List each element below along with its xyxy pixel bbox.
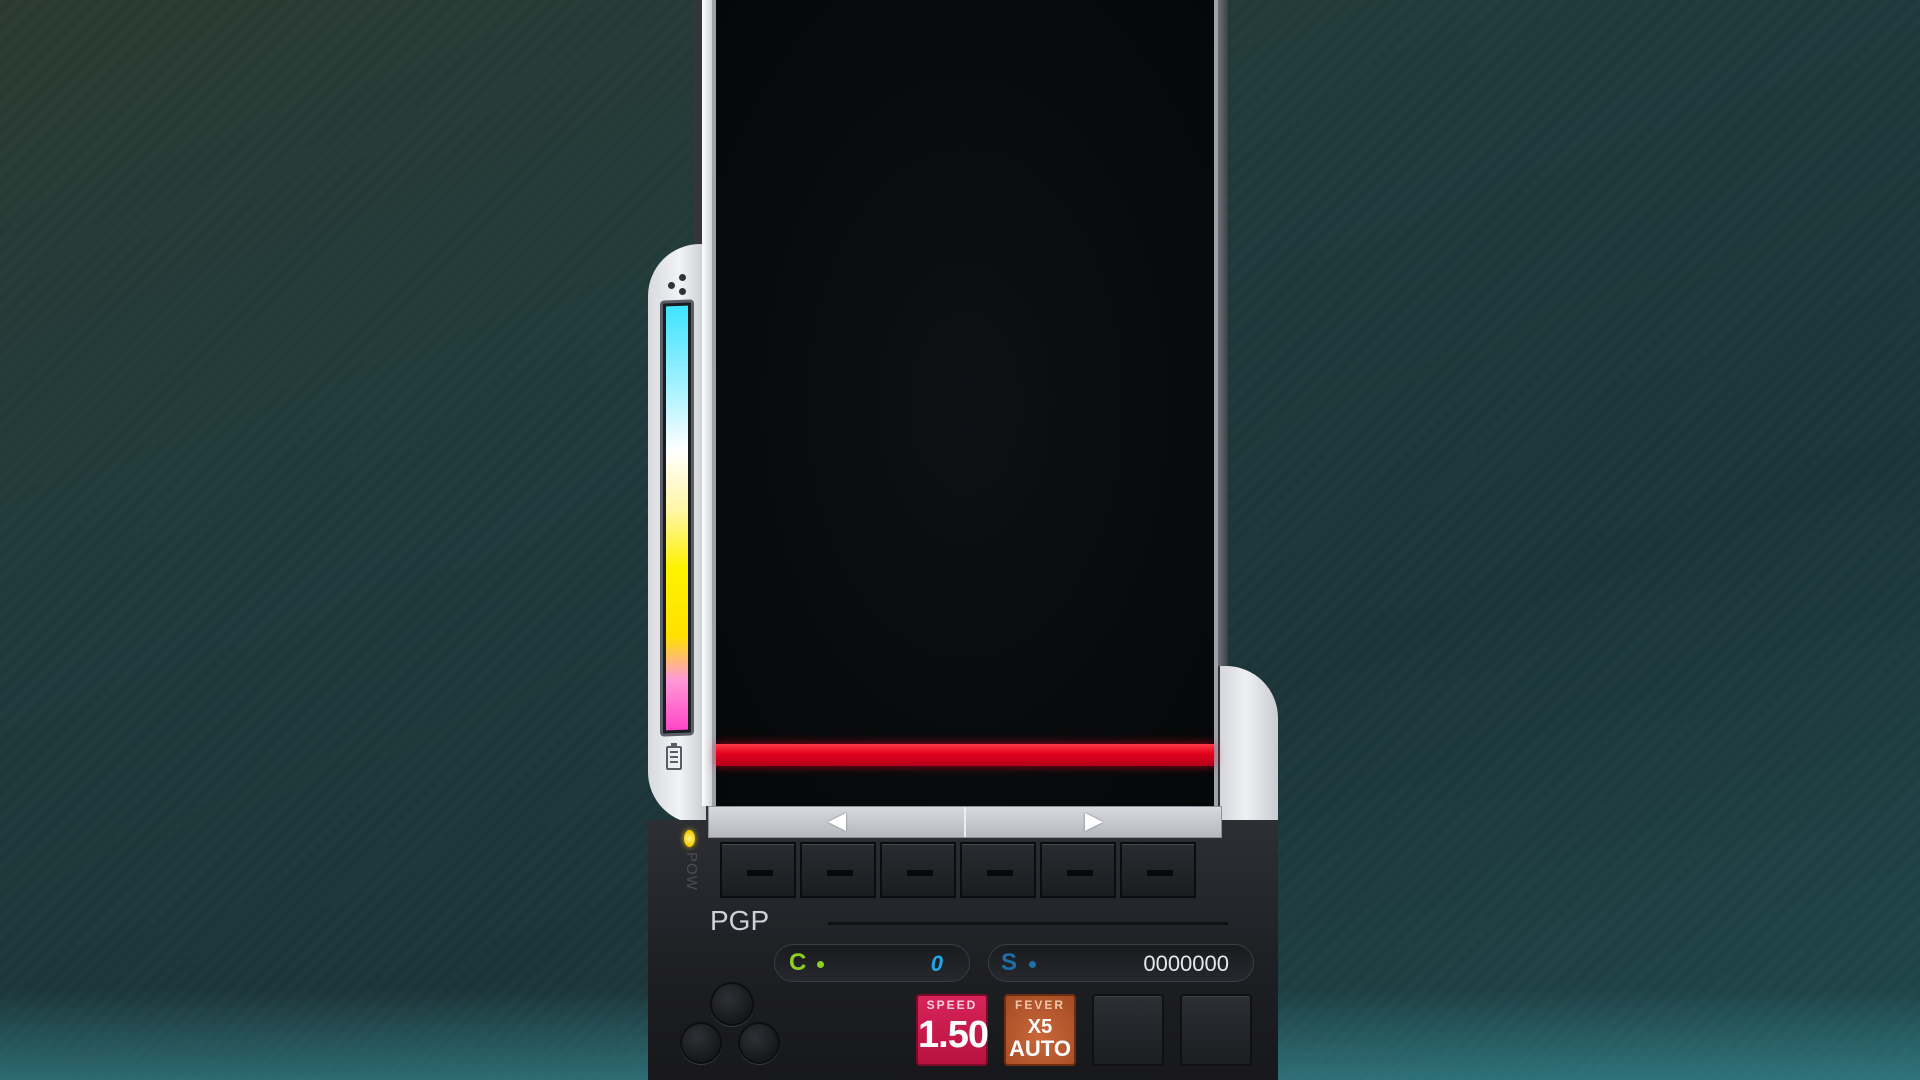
score-counter: S 0000000 [988, 944, 1254, 982]
speed-value: 1.50 [918, 1014, 989, 1056]
combo-value: 0 [930, 951, 943, 976]
lane-key-3[interactable] [880, 842, 956, 898]
empty-item-slot-1[interactable] [1092, 994, 1164, 1066]
empty-item-slot-2[interactable] [1180, 994, 1252, 1066]
player-divider [828, 922, 1228, 925]
note-field-left-edge [702, 0, 712, 806]
shift-right-button[interactable] [966, 807, 1221, 837]
score-icon: S [1001, 949, 1018, 976]
round-button-left[interactable] [680, 1022, 722, 1064]
round-button-top[interactable] [710, 982, 754, 1026]
combo-dot [817, 961, 824, 968]
combo-icon: C [789, 949, 807, 976]
round-button-right[interactable] [738, 1022, 780, 1064]
pow-label: POW [683, 852, 700, 891]
lane-key-6[interactable] [1120, 842, 1196, 898]
combo-counter: C 0 [774, 944, 970, 982]
arrow-right-icon [1084, 813, 1103, 831]
judgement-line [716, 744, 1214, 766]
player-name: PGP [710, 905, 770, 936]
speed-item[interactable]: SPEED 1.50 [916, 994, 989, 1066]
power-gauge-fill [666, 305, 688, 731]
lane-keys [720, 842, 1200, 898]
speed-title: SPEED [926, 998, 978, 1012]
fever-title: FEVER [1014, 998, 1065, 1012]
score-value: 0000000 [1143, 951, 1229, 976]
pow-indicator-light [684, 830, 695, 847]
power-gauge [660, 299, 694, 737]
fever-mode: AUTO [1009, 1036, 1071, 1061]
lane-shift-bar [708, 806, 1222, 838]
lane-key-1[interactable] [720, 842, 796, 898]
note-field [712, 0, 1218, 806]
game-cabinet: POW PGP C 0 S 0000000 SPEED 1.50 FEVER X… [648, 0, 1278, 1080]
battery-icon [666, 743, 682, 770]
lane-key-5[interactable] [1040, 842, 1116, 898]
right-wing-panel [1220, 666, 1278, 826]
note-field-right-edge [1218, 0, 1228, 666]
lane-key-4[interactable] [960, 842, 1036, 898]
arrow-left-icon [827, 813, 846, 831]
shift-left-button[interactable] [709, 807, 966, 837]
score-dot [1029, 961, 1036, 968]
lane-key-2[interactable] [800, 842, 876, 898]
fever-item[interactable]: FEVER X5 AUTO [1004, 994, 1076, 1066]
dots-icon [668, 274, 690, 296]
